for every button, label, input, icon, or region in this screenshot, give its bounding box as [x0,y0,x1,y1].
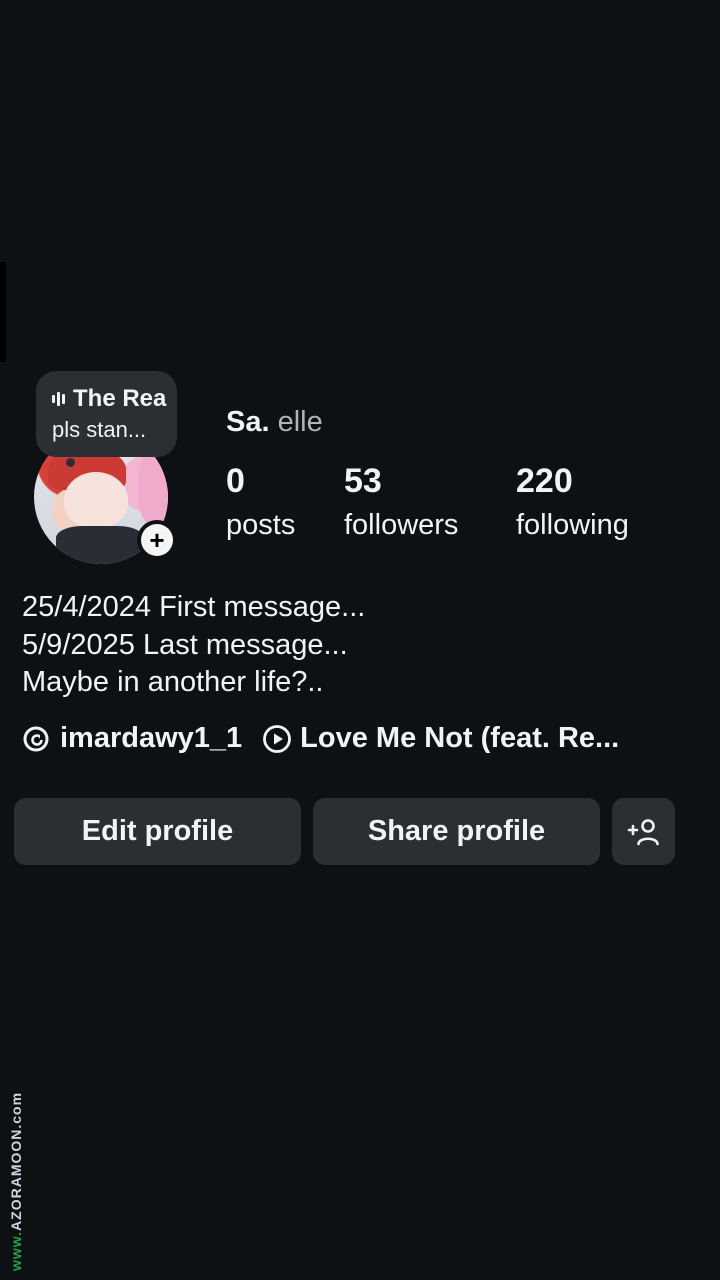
stat-followers-label: followers [344,509,459,541]
threads-icon [23,726,49,751]
add-icon: + [141,524,173,556]
profile-name-rest: elle [277,406,323,438]
stat-posts-value: 0 [226,462,245,500]
song-link[interactable]: Love Me Not (feat. Re... [300,722,619,755]
note-bubble[interactable]: The Rea pls stan... [36,371,177,457]
add-story-button[interactable]: + [137,520,177,560]
bio-line: 25/4/2024 First message... [22,591,366,623]
note-song-title: The Rea [73,385,167,412]
stat-posts-label: posts [226,509,296,541]
bio-line: 5/9/2025 Last message... [22,628,348,661]
note-text: pls stan... [52,417,147,442]
watermark-prefix: www. [8,1230,24,1271]
profile-name-bold: Sa. [226,406,270,438]
edge-mark [0,262,6,362]
edit-profile-button[interactable]: Edit profile [14,798,301,865]
stat-posts[interactable]: 0 posts [226,462,295,542]
profile-links: imardawy1_1 Love Me Not (feat. Re... [22,722,619,755]
share-profile-button[interactable]: Share profile [313,798,600,865]
note-tail [66,458,75,467]
bio: 25/4/2024 First message... 5/9/2025 Last… [22,589,365,702]
stat-followers-value: 53 [344,462,382,500]
audio-bars-icon [52,392,65,406]
add-person-button[interactable] [612,798,675,865]
threads-link[interactable]: imardawy1_1 [60,722,242,755]
stat-following[interactable]: 220 following [516,462,629,542]
profile-name: Sa. elle [226,406,323,439]
play-circle-icon [263,724,292,753]
watermark-text: AZORAMOON.com [8,1091,24,1231]
bio-line: Maybe in another life?.. [22,666,324,698]
stat-following-label: following [516,509,629,541]
stat-following-value: 220 [516,462,573,500]
watermark: www.AZORAMOON.com [8,1088,30,1274]
stat-followers[interactable]: 53 followers [344,462,458,542]
add-person-icon [627,818,659,845]
